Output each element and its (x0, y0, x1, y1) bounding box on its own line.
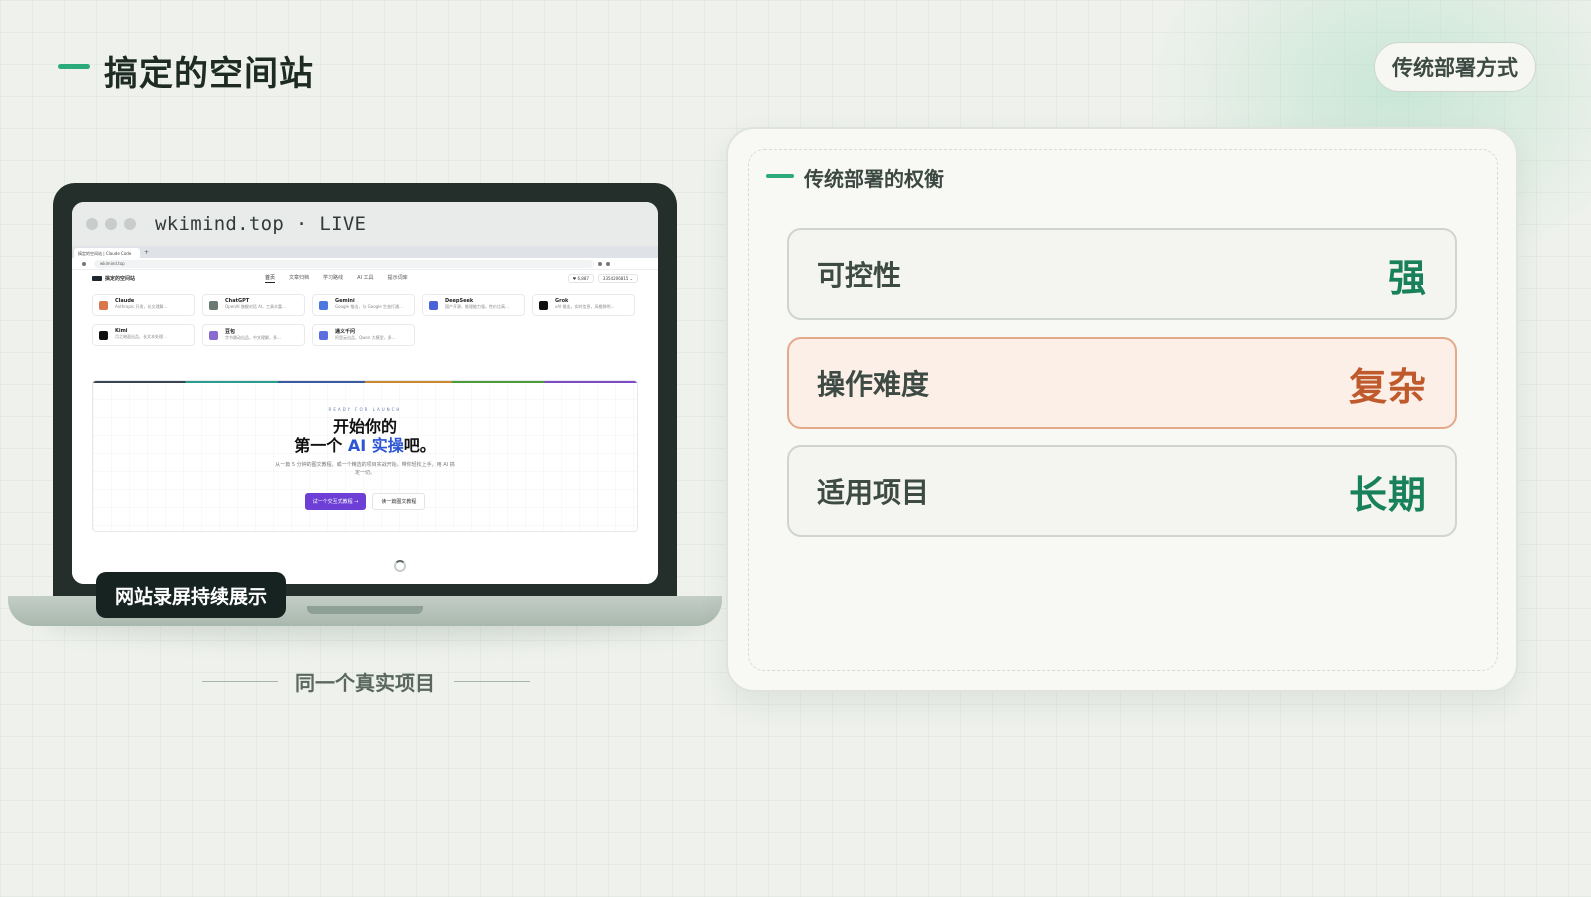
site-nav-right: ♥ 6,887 3354206815 ⌄ (564, 273, 638, 283)
window-dot-icon (86, 218, 98, 230)
model-desc: Google 推出，与 Google 生态打通… (335, 304, 404, 309)
window-dot-icon (105, 218, 117, 230)
browser-tabbar: 搞定的空间站 | Claude Code + (72, 246, 658, 258)
model-icon (209, 331, 218, 340)
row-value: 强 (1387, 255, 1427, 300)
nav-link[interactable]: 提示词库 (388, 274, 408, 283)
laptop-notch (307, 606, 423, 614)
model-icon (319, 301, 328, 310)
caption-divider-left (202, 681, 278, 682)
model-desc: 国产开源，推理能力强，性价比高… (445, 304, 509, 309)
title-accent-bar (58, 64, 90, 69)
model-card[interactable]: 通义千问 阿里云出品，Qwen 大模型，多… (312, 324, 415, 346)
site-brand[interactable]: 搞定的空间站 (105, 275, 135, 282)
model-desc: 字节跳动出品，中文理解，多… (225, 335, 281, 340)
model-desc: OpenAI 旗舰对话 AI，工具丰富… (225, 304, 287, 309)
caption-divider-right (454, 681, 530, 682)
model-name: 豆包 (225, 329, 236, 335)
likes-badge[interactable]: ♥ 6,887 (567, 273, 594, 283)
new-tab-icon[interactable]: + (144, 248, 149, 258)
hero-line1: 开始你的 (332, 417, 397, 436)
model-desc: 月之暗面出品，长文本处理… (115, 334, 167, 339)
hero-section: READY FOR LAUNCH 开始你的 第一个 AI 实操吧。 从一篇 5 … (92, 380, 638, 532)
hero-kicker: READY FOR LAUNCH (328, 407, 402, 412)
model-desc: xAI 推出，实时信息，风格鲜明… (555, 304, 615, 309)
model-card[interactable]: 豆包 字节跳动出品，中文理解，多… (202, 324, 305, 346)
site-logo-icon (92, 275, 102, 281)
hero-line2-post: 吧。 (403, 436, 436, 455)
browser-address-bar: wkimind.top (72, 258, 658, 270)
screen-titlebar: wkimind.top · LIVE (72, 202, 658, 246)
window-dot-icon (124, 218, 136, 230)
laptop-caption: 同一个真实项目 (295, 671, 435, 695)
model-icon (99, 301, 108, 310)
model-card[interactable]: DeepSeek 国产开源，推理能力强，性价比高… (422, 294, 525, 316)
deploy-method-pill[interactable]: 传统部署方式 (1374, 42, 1536, 92)
nav-link[interactable]: 学习路线 (323, 274, 343, 283)
model-card[interactable]: Grok xAI 推出，实时信息，风格鲜明… (532, 294, 635, 316)
read-tutorial-button[interactable]: 读一篇图文教程 (372, 493, 426, 510)
model-icon (319, 331, 328, 340)
page-title: 搞定的空间站 (104, 54, 314, 94)
model-icon (99, 331, 108, 340)
hero-gradient-line (93, 381, 637, 383)
recording-badge: 网站录屏持续展示 (96, 572, 286, 618)
model-card[interactable]: Kimi 月之暗面出品，长文本处理… (92, 324, 195, 346)
extension-icon[interactable] (606, 261, 610, 266)
tradeoff-row-project: 适用项目 长期 (787, 445, 1457, 537)
row-label: 适用项目 (817, 476, 930, 509)
user-menu[interactable]: 3354206815 ⌄ (597, 273, 638, 283)
hero-subtitle: 从一篇 5 分钟的图文教程，或一个精选的项目实战开始，带你轻松上手，用 AI 搞… (275, 462, 455, 476)
reload-icon[interactable] (82, 261, 86, 266)
window-url: wkimind.top · LIVE (155, 213, 367, 235)
bookmark-icon[interactable] (598, 261, 602, 266)
tradeoff-row-control: 可控性 强 (787, 228, 1457, 320)
model-icon (429, 301, 438, 310)
interactive-tutorial-button[interactable]: 试一个交互式教程 → (304, 493, 367, 510)
site-nav-links: 首页 文章归档 学习路线 AI 工具 提示词库 (265, 274, 422, 283)
hero-line2-pre: 第一个 (294, 436, 348, 455)
model-name: 通义千问 (335, 329, 356, 335)
panel-title: 传统部署的权衡 (804, 167, 944, 191)
row-value: 长期 (1348, 472, 1427, 517)
model-desc: Anthropic 开发，长文理解… (115, 304, 168, 309)
model-icon (539, 301, 548, 310)
model-card[interactable]: Claude Anthropic 开发，长文理解… (92, 294, 195, 316)
nav-link[interactable]: 文章归档 (289, 274, 309, 283)
panel-title-accent-bar (766, 174, 794, 178)
hero-heading: 开始你的 第一个 AI 实操吧。 (93, 417, 637, 455)
loading-spinner-icon (394, 560, 406, 572)
tradeoff-row-difficulty: 操作难度 复杂 (787, 337, 1457, 429)
nav-link[interactable]: AI 工具 (357, 274, 374, 283)
row-label: 可控性 (817, 259, 902, 292)
browser-recording: 搞定的空间站 | Claude Code + wkimind.top 搞定的空间… (72, 246, 658, 584)
hero-line2: 第一个 AI 实操吧。 (93, 436, 637, 455)
nav-link[interactable]: 首页 (265, 274, 276, 283)
model-icon (209, 301, 218, 310)
model-desc: 阿里云出品，Qwen 大模型，多… (335, 335, 396, 340)
model-card[interactable]: Gemini Google 推出，与 Google 生态打通… (312, 294, 415, 316)
address-input[interactable]: wkimind.top (94, 259, 594, 268)
row-value: 复杂 (1348, 364, 1427, 409)
browser-tab[interactable]: 搞定的空间站 | Claude Code (74, 248, 140, 258)
site-nav: 搞定的空间站 首页 文章归档 学习路线 AI 工具 提示词库 ♥ 6,887 3… (72, 270, 658, 286)
laptop-screen: wkimind.top · LIVE 搞定的空间站 | Claude Code … (72, 202, 658, 584)
hero-line2-ai: AI 实操 (347, 436, 404, 455)
hero-buttons: 试一个交互式教程 → 读一篇图文教程 (93, 493, 637, 510)
model-card[interactable]: ChatGPT OpenAI 旗舰对话 AI，工具丰富… (202, 294, 305, 316)
row-label: 操作难度 (817, 368, 930, 401)
